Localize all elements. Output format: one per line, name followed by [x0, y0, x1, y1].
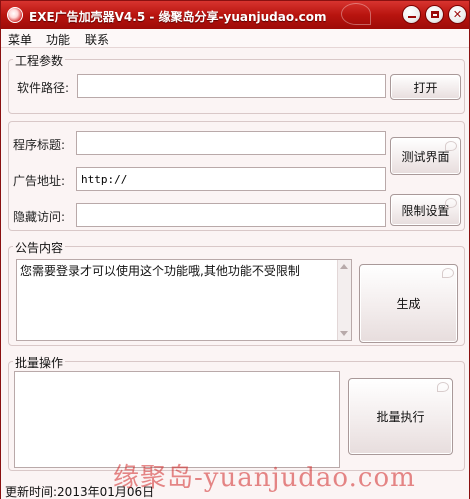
decorative-swirl-icon [341, 3, 371, 25]
menu-bar: 菜单 功能 联系 [1, 29, 469, 48]
decorative-swirl-icon [445, 141, 457, 151]
decorative-swirl-icon [445, 198, 457, 208]
batch-run-button[interactable]: 批量执行 [348, 378, 453, 455]
batch-group: 批量操作 批量执行 [8, 354, 465, 471]
scroll-down-icon[interactable] [340, 331, 348, 336]
project-params-group: 工程参数 软件路径: 打开 [8, 52, 465, 114]
watermark-text: 缘聚岛-yuanjudao.com [113, 463, 416, 493]
notice-text: 您需要登录才可以使用这个功能哦,其他功能不受限制 [20, 264, 300, 278]
maximize-icon [430, 11, 439, 18]
batch-run-button-label: 批量执行 [376, 410, 425, 424]
limit-settings-button-label: 限制设置 [401, 203, 450, 218]
menu-item-features[interactable]: 功能 [46, 31, 70, 48]
limit-settings-button[interactable]: 限制设置 [390, 194, 461, 226]
scroll-up-icon[interactable] [340, 264, 348, 269]
notice-legend: 公告内容 [13, 239, 66, 256]
close-button[interactable]: ✕ [448, 5, 467, 24]
software-path-label: 软件路径: [17, 81, 70, 95]
menu-item-menu[interactable]: 菜单 [8, 31, 32, 48]
ad-url-input[interactable] [76, 167, 386, 191]
decorative-swirl-icon [442, 268, 454, 278]
project-params-legend: 工程参数 [13, 52, 66, 69]
software-path-input[interactable] [77, 74, 386, 98]
title-bar[interactable]: EXE广告加壳器V4.5 - 缘聚岛分享-yuanjudao.com ✕ [1, 1, 469, 29]
generate-button-label: 生成 [396, 297, 421, 311]
batch-textarea[interactable] [14, 371, 340, 468]
notice-group: 公告内容 您需要登录才可以使用这个功能哦,其他功能不受限制 生成 [8, 239, 465, 346]
app-logo-icon [7, 7, 23, 23]
notice-scrollbar[interactable] [337, 260, 351, 340]
minimize-button[interactable] [402, 5, 421, 24]
close-icon: ✕ [452, 8, 463, 21]
decorative-swirl-icon [437, 382, 449, 392]
window-title: EXE广告加壳器V4.5 - 缘聚岛分享-yuanjudao.com [29, 10, 327, 24]
program-info-group: 程序标题: 广告地址: 隐藏访问: 测试界面 限制设置 [8, 121, 465, 231]
test-ui-button[interactable]: 测试界面 [390, 137, 461, 175]
notice-textarea[interactable]: 您需要登录才可以使用这个功能哦,其他功能不受限制 [16, 259, 352, 341]
ad-url-label: 广告地址: [13, 174, 66, 188]
open-button-label: 打开 [413, 80, 438, 95]
open-button[interactable]: 打开 [390, 74, 461, 100]
hidden-visit-input[interactable] [76, 203, 386, 227]
maximize-button[interactable] [425, 5, 444, 24]
hidden-visit-label: 隐藏访问: [13, 210, 66, 224]
program-title-input[interactable] [76, 131, 386, 155]
generate-button[interactable]: 生成 [359, 264, 458, 343]
test-ui-button-label: 测试界面 [401, 149, 450, 164]
app-window: EXE广告加壳器V4.5 - 缘聚岛分享-yuanjudao.com ✕ 菜单 … [0, 0, 470, 499]
batch-legend: 批量操作 [13, 354, 66, 371]
menu-item-contact[interactable]: 联系 [85, 31, 109, 48]
program-title-label: 程序标题: [13, 138, 66, 152]
minimize-icon [407, 16, 416, 18]
